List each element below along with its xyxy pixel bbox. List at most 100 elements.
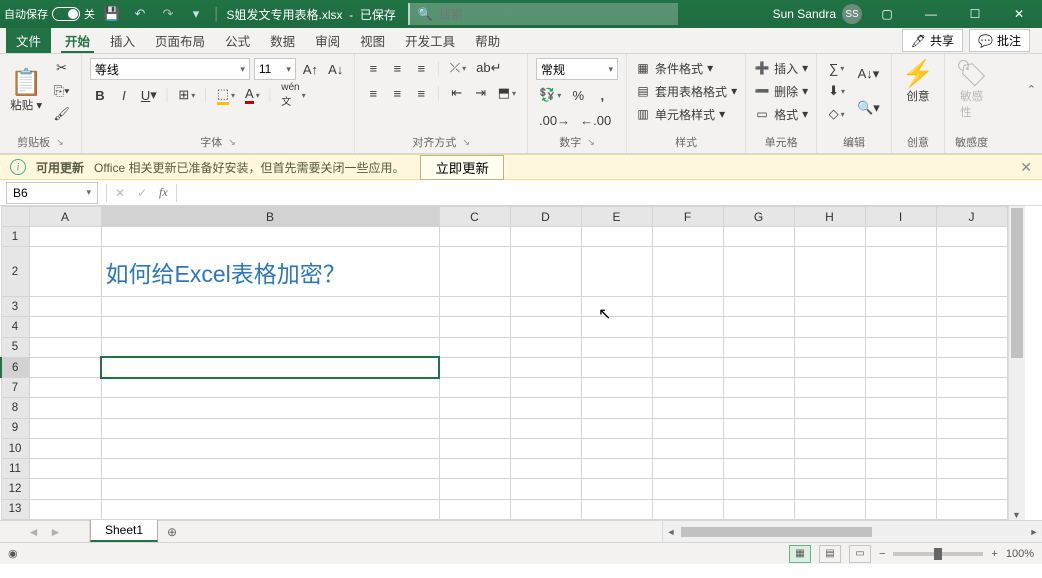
row-header[interactable]: 1 (1, 227, 29, 247)
dialog-launcher-icon[interactable]: ↘ (56, 137, 64, 148)
new-sheet-button[interactable]: ⊕ (158, 521, 186, 542)
dialog-launcher-icon[interactable]: ↘ (587, 137, 595, 148)
active-cell[interactable] (101, 357, 439, 377)
dialog-launcher-icon[interactable]: ↘ (228, 137, 236, 148)
font-color-button[interactable]: A (242, 85, 263, 105)
col-header[interactable]: H (794, 207, 865, 227)
ribbon-options-icon[interactable]: ▢ (868, 0, 906, 28)
align-bottom-icon[interactable]: ≡ (411, 58, 431, 78)
row-header[interactable]: 2 (1, 247, 29, 297)
tab-layout[interactable]: 页面布局 (145, 28, 215, 53)
undo-icon[interactable]: ↶ (129, 4, 151, 24)
tab-data[interactable]: 数据 (260, 28, 305, 53)
save-icon[interactable]: 💾 (101, 4, 123, 24)
share-button[interactable]: 🖊 共享 (902, 29, 963, 52)
increase-decimal-icon[interactable]: .00→ (536, 110, 573, 130)
vertical-scrollbar[interactable]: ▲ ▼ (1008, 206, 1025, 520)
number-format-combo[interactable]: 常规▾ (536, 58, 618, 80)
tab-file[interactable]: 文件 (6, 28, 51, 53)
fill-icon[interactable]: ⬇ (825, 81, 848, 101)
orientation-icon[interactable]: ⤫ (447, 58, 469, 78)
paste-button[interactable]: 📋粘贴 ▾ (8, 58, 44, 124)
accounting-format-icon[interactable]: 💱 (536, 85, 564, 105)
col-header[interactable]: J (936, 207, 1007, 227)
row-header[interactable]: 13 (1, 499, 29, 519)
collapse-ribbon-icon[interactable]: ⌃ (1027, 83, 1036, 96)
align-center-icon[interactable]: ≡ (387, 83, 407, 103)
zoom-in-icon[interactable]: + (991, 548, 997, 560)
row-header[interactable]: 8 (1, 398, 29, 418)
format-cells-button[interactable]: ▭格式 ▾ (754, 104, 808, 124)
decrease-indent-icon[interactable]: ⇤ (447, 83, 467, 103)
tab-view[interactable]: 视图 (350, 28, 395, 53)
dialog-launcher-icon[interactable]: ↘ (462, 137, 470, 148)
zoom-level[interactable]: 100% (1006, 548, 1034, 560)
col-header[interactable]: A (29, 207, 101, 227)
row-header[interactable]: 4 (1, 317, 29, 337)
sheet-nav[interactable]: ◄ ► (0, 521, 90, 542)
row-header[interactable]: 9 (1, 418, 29, 438)
tab-developer[interactable]: 开发工具 (395, 28, 465, 53)
row-header[interactable]: 12 (1, 479, 29, 499)
row-header[interactable]: 5 (1, 337, 29, 357)
italic-button[interactable]: I (114, 85, 134, 105)
tab-help[interactable]: 帮助 (465, 28, 510, 53)
formula-input[interactable] (179, 180, 1042, 205)
sort-filter-icon[interactable]: A↓▾ (854, 64, 883, 84)
row-header[interactable]: 6 (1, 357, 29, 377)
col-header[interactable]: E (581, 207, 652, 227)
col-header[interactable]: C (439, 207, 510, 227)
align-left-icon[interactable]: ≡ (363, 83, 383, 103)
msgbar-close-icon[interactable]: ✕ (1020, 159, 1032, 176)
maximize-icon[interactable]: ☐ (956, 0, 994, 28)
font-name-combo[interactable]: 等线▾ (90, 58, 250, 80)
tab-formulas[interactable]: 公式 (215, 28, 260, 53)
grow-font-icon[interactable]: A↑ (300, 59, 321, 79)
ideas-button[interactable]: ⚡创意 (900, 58, 936, 106)
font-size-combo[interactable]: 11▾ (254, 58, 296, 80)
name-box[interactable]: B6▾ (6, 182, 98, 204)
page-layout-view-icon[interactable]: ▤ (819, 545, 841, 563)
merge-button[interactable]: ⬒ (495, 83, 519, 103)
close-icon[interactable]: ✕ (1000, 0, 1038, 28)
percent-icon[interactable]: % (568, 85, 588, 105)
sheet-tab[interactable]: Sheet1 (90, 520, 158, 542)
account-button[interactable]: Sun Sandra SS (773, 4, 862, 24)
col-header[interactable]: I (865, 207, 936, 227)
find-select-icon[interactable]: 🔍▾ (854, 98, 883, 118)
align-top-icon[interactable]: ≡ (363, 58, 383, 78)
shrink-font-icon[interactable]: A↓ (325, 59, 346, 79)
cell-b2[interactable]: 如何给Excel表格加密？ (101, 247, 439, 297)
col-header[interactable]: B (101, 207, 439, 227)
tab-review[interactable]: 审阅 (305, 28, 350, 53)
row-header[interactable]: 11 (1, 459, 29, 479)
fx-icon[interactable]: fx (153, 185, 174, 200)
increase-indent-icon[interactable]: ⇥ (471, 83, 491, 103)
delete-cells-button[interactable]: ➖删除 ▾ (754, 81, 808, 101)
worksheet-grid[interactable]: A B C D E F G H I J 1 2如何给Excel表格加密？ 3 4… (0, 206, 1042, 520)
zoom-slider[interactable] (893, 552, 983, 556)
phonetic-button[interactable]: wén文 (278, 85, 308, 105)
redo-icon[interactable]: ↷ (157, 4, 179, 24)
comments-button[interactable]: 💬 批注 (969, 29, 1030, 52)
normal-view-icon[interactable]: ▦ (789, 545, 811, 563)
format-painter-icon[interactable]: 🖌 (50, 104, 73, 124)
fill-color-button[interactable]: ⬚ (214, 85, 238, 105)
page-break-view-icon[interactable]: ▭ (849, 545, 871, 563)
col-header[interactable]: F (652, 207, 723, 227)
border-button[interactable]: ⊞ (175, 85, 198, 105)
autosum-icon[interactable]: ∑ (825, 58, 848, 78)
zoom-out-icon[interactable]: − (879, 548, 885, 560)
tab-insert[interactable]: 插入 (100, 28, 145, 53)
qat-customize-icon[interactable]: ▾ (185, 4, 207, 24)
copy-icon[interactable]: ⎘▾ (50, 81, 73, 101)
row-header[interactable]: 10 (1, 438, 29, 458)
insert-cells-button[interactable]: ➕插入 ▾ (754, 58, 808, 78)
cell-styles-button[interactable]: ▥单元格样式 ▾ (635, 104, 737, 124)
select-all-corner[interactable] (1, 207, 29, 227)
col-header[interactable]: G (723, 207, 794, 227)
align-right-icon[interactable]: ≡ (411, 83, 431, 103)
bold-button[interactable]: B (90, 85, 110, 105)
wrap-text-icon[interactable]: ab↵ (473, 58, 504, 78)
record-macro-icon[interactable]: ◉ (8, 547, 18, 560)
